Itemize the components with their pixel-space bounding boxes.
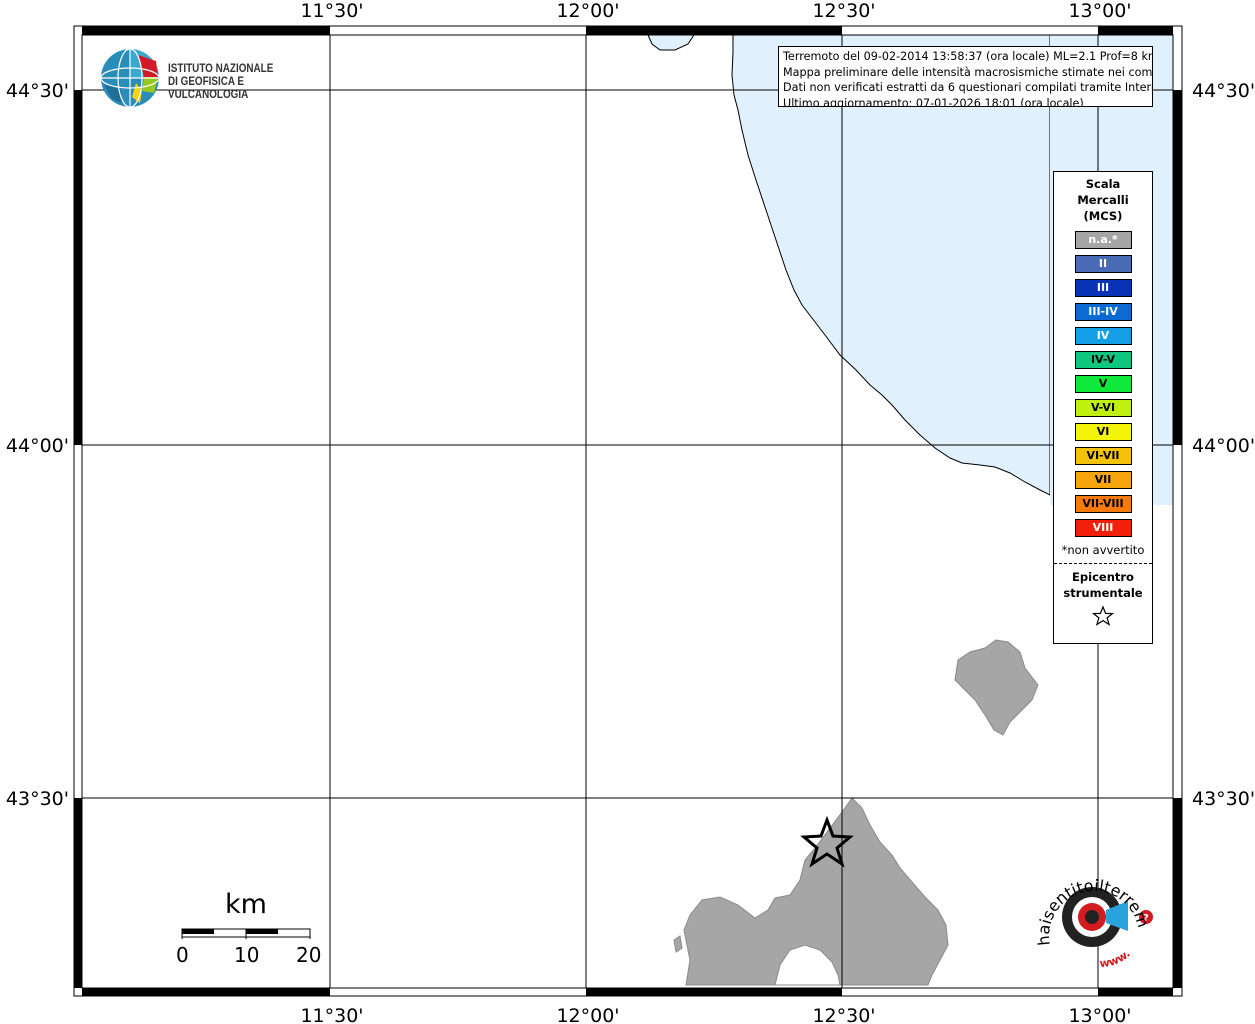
lat-label: 44°00' (1192, 435, 1255, 457)
epicenter-legend-line: Epicentro (1072, 570, 1134, 584)
event-info-box: Terremoto del 09-02-2014 13:58:37 (ora l… (778, 46, 1153, 107)
lon-label: 13°00' (1068, 0, 1131, 22)
lat-label: 44°00' (6, 435, 69, 457)
ingv-name: ISTITUTO NAZIONALE DI GEOFISICA E VULCAN… (168, 63, 299, 102)
lon-label: 12°00' (556, 0, 619, 22)
legend-swatch: VII-VIII (1074, 495, 1132, 513)
legend-title-line: Mercalli (1077, 193, 1129, 207)
territory-islet (673, 935, 683, 953)
legend-title-line: (MCS) (1083, 209, 1123, 223)
event-info-line: Terremoto del 09-02-2014 13:58:37 (ora l… (783, 50, 1153, 63)
axis-labels-right: 44°30' 44°00' 43°30' (1192, 80, 1255, 810)
event-info-line: Mappa preliminare delle intensità macros… (783, 65, 1153, 79)
lon-label: 13°00' (1068, 1005, 1131, 1024)
scale-bar-unit: km (225, 889, 267, 920)
axis-labels-bottom: 11°30' 12°00' 12°30' 13°00' (300, 1005, 1131, 1024)
legend-divider (1054, 563, 1152, 564)
axis-labels-top: 11°30' 12°00' 12°30' 13°00' (300, 0, 1131, 22)
legend-swatch: III (1074, 279, 1132, 297)
lon-label: 12°30' (812, 1005, 875, 1024)
ingv-logo: ISTITUTO NAZIONALE DI GEOFISICA E VULCAN… (100, 47, 320, 111)
legend-swatch-list: n.a.* II III III-IV IV IV-V V V-VI VI VI-VII VII VI… (1054, 231, 1152, 537)
star-icon (1091, 605, 1115, 626)
scale-bar-tick: 20 (296, 943, 322, 967)
legend-swatch: III-IV (1074, 303, 1132, 321)
lat-label: 44°30' (1192, 80, 1255, 102)
haisentito-logo-graphic: ? haisentitoilterremoto.it www. (1025, 850, 1153, 970)
lat-label: 43°30' (6, 788, 69, 810)
coast-inlet (647, 34, 695, 51)
ingv-name-line2: DI GEOFISICA E VULCANOLOGIA (168, 76, 249, 101)
legend-swatch: VII (1074, 471, 1132, 489)
legend-swatch: IV-V (1074, 351, 1132, 369)
legend-note: *non avvertito (1061, 543, 1145, 557)
mcs-legend: Scala Mercalli (MCS) n.a.* II III III-IV IV I… (1053, 171, 1153, 644)
ingv-name-line1: ISTITUTO NAZIONALE (168, 63, 274, 75)
territory-east (954, 639, 1039, 736)
legend-title: Scala Mercalli (MCS) (1054, 176, 1152, 224)
haisentito-www: www. (1099, 947, 1133, 970)
lon-label: 12°30' (812, 0, 875, 22)
lat-label: 44°30' (6, 80, 69, 102)
haisentito-logo: ? haisentitoilterremoto.it www. (1025, 850, 1160, 975)
epicenter-legend-line: strumentale (1063, 586, 1143, 600)
epicenter-legend-title: Epicentro strumentale (1054, 569, 1152, 601)
legend-swatch: VI-VII (1074, 447, 1132, 465)
epicenter-legend-symbol (1054, 605, 1152, 631)
axis-labels-left: 44°30' 44°00' 43°30' (6, 80, 69, 810)
scale-bar: km 0 10 20 (170, 885, 330, 975)
lon-label: 12°00' (556, 1005, 619, 1024)
legend-swatch: VI (1074, 423, 1132, 441)
event-info-line: Ultimo aggiornamento: 07-01-2026 18:01 (… (783, 96, 1084, 107)
legend-swatch: VIII (1074, 519, 1132, 537)
lat-label: 43°30' (1192, 788, 1255, 810)
event-info-line: Dati non verificati estratti da 6 questi… (783, 81, 1153, 94)
legend-swatch: V (1074, 375, 1132, 393)
globe-icon (100, 48, 160, 108)
legend-title-line: Scala (1085, 177, 1121, 191)
scale-bar-tick: 0 (176, 943, 189, 967)
legend-swatch: n.a.* (1074, 231, 1132, 249)
legend-swatch: II (1074, 255, 1132, 273)
lon-label: 11°30' (300, 0, 363, 22)
lon-label: 11°30' (300, 1005, 363, 1024)
legend-swatch: IV (1074, 327, 1132, 345)
legend-swatch: V-VI (1074, 399, 1132, 417)
scale-bar-tick: 10 (234, 943, 260, 967)
